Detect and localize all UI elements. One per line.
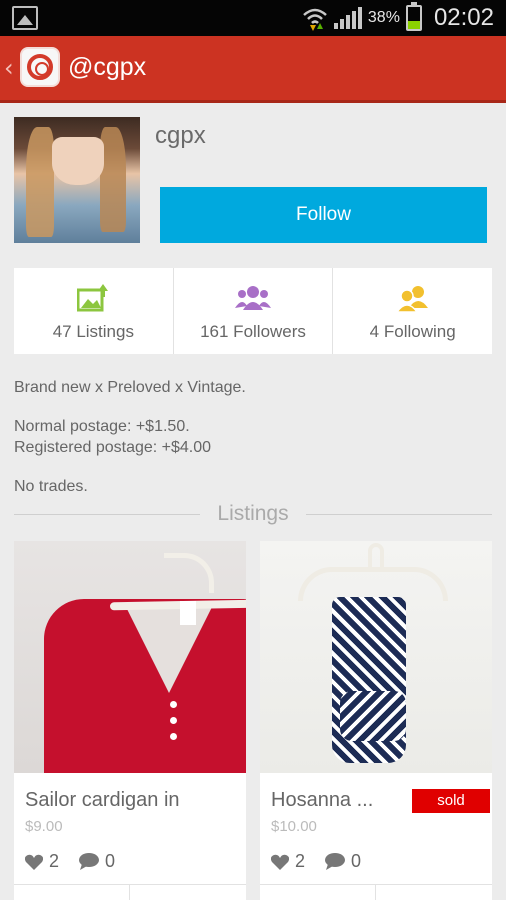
heart-icon[interactable] <box>25 854 43 870</box>
sold-badge: sold <box>412 789 490 813</box>
stat-followers[interactable]: 161 Followers <box>174 268 334 354</box>
comments-count: 0 <box>105 851 116 871</box>
app-bar: ‹ @cgpx <box>0 36 506 103</box>
listing-price: $9.00 <box>25 818 63 835</box>
bio-line: Normal postage: +$1.50. <box>14 418 190 435</box>
listing-photo[interactable] <box>14 541 246 773</box>
clock: 02:02 <box>433 4 494 31</box>
comments-count: 0 <box>351 851 362 871</box>
stat-listings[interactable]: 47 Listings <box>14 268 174 354</box>
listings-upload-icon <box>77 284 109 312</box>
stat-followers-label: 161 Followers <box>200 322 306 341</box>
listing-price: $10.00 <box>271 818 317 835</box>
stat-listings-label: 47 Listings <box>52 322 134 341</box>
signal-strength-icon <box>333 7 362 29</box>
wifi-icon <box>303 8 327 31</box>
listings-section-header: Listings <box>14 500 492 530</box>
comment-icon[interactable] <box>325 853 346 870</box>
app-logo-camera-icon[interactable] <box>20 47 60 87</box>
listing-card[interactable]: Hosanna ... sold $10.00 2 0 <box>260 541 492 900</box>
status-bar: 38% 02:02 <box>0 0 506 36</box>
following-pair-icon <box>395 286 428 312</box>
gallery-notification-icon <box>12 6 38 30</box>
page-title: @cgpx <box>68 53 147 81</box>
bio-line: Registered postage: +$4.00 <box>14 439 212 456</box>
listing-title: Hosanna ... <box>271 789 374 811</box>
likes-count: 2 <box>295 851 306 871</box>
profile-bio: Brand new x Preloved x Vintage. Normal p… <box>14 377 492 497</box>
divider <box>306 514 492 515</box>
profile-username: cgpx <box>155 122 206 149</box>
listing-title: Sailor cardigan in <box>25 789 180 811</box>
listing-photo[interactable] <box>260 541 492 773</box>
profile-stats: 47 Listings 161 Followers 4 Following <box>14 268 492 354</box>
bio-line: Brand new x Preloved x Vintage. <box>14 379 246 396</box>
heart-icon[interactable] <box>271 854 289 870</box>
listing-card-footer <box>14 884 246 900</box>
likes-count: 2 <box>49 851 60 871</box>
listing-card[interactable]: Sailor cardigan in $9.00 2 0 <box>14 541 246 900</box>
listing-card-footer <box>260 884 492 900</box>
status-icons: 38% 02:02 <box>302 2 494 32</box>
follow-button[interactable]: Follow <box>160 187 487 243</box>
listing-stats: 2 0 <box>25 851 115 872</box>
avatar <box>14 117 140 243</box>
stat-following-label: 4 Following <box>369 322 456 341</box>
battery-percentage: 38% <box>367 9 400 26</box>
comment-icon[interactable] <box>79 853 100 870</box>
stat-following[interactable]: 4 Following <box>333 268 492 354</box>
battery-fill <box>407 20 420 29</box>
battery-icon <box>405 2 422 31</box>
bio-line: No trades. <box>14 478 88 495</box>
listing-stats: 2 0 <box>271 851 361 872</box>
followers-group-icon <box>235 286 271 310</box>
back-chevron-icon[interactable]: ‹ <box>4 56 14 80</box>
